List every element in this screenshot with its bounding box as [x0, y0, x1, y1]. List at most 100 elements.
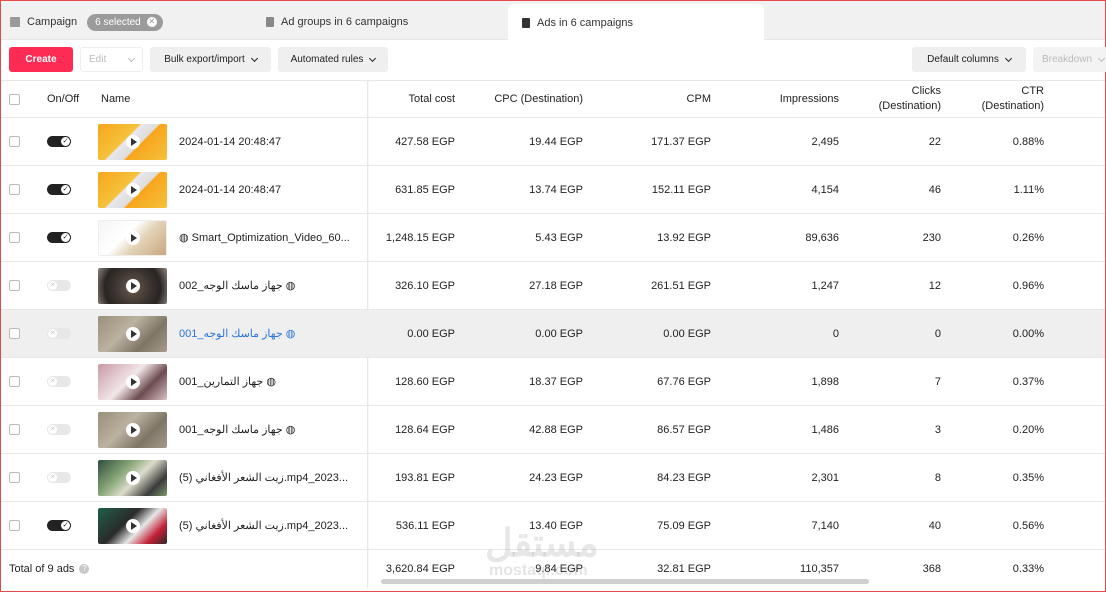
table-row[interactable]: ✕ جهاز ماسك الوجه_002 ◍ 326.10 EGP 27.18 EG…: [1, 262, 1105, 310]
row-checkbox[interactable]: [9, 184, 20, 195]
row-checkbox[interactable]: [9, 280, 20, 291]
clicks-value: 40: [928, 519, 941, 532]
row-checkbox[interactable]: [9, 136, 20, 147]
clicks-value: 46: [928, 183, 941, 196]
status-toggle[interactable]: ✓: [47, 232, 71, 243]
close-icon: ✕: [48, 377, 57, 386]
ad-name[interactable]: جهاز ماسك الوجه_001 ◍: [179, 406, 354, 453]
ad-thumbnail[interactable]: [98, 459, 167, 496]
status-toggle[interactable]: ✕: [47, 424, 71, 435]
ad-thumbnail[interactable]: [98, 267, 167, 304]
horizontal-scrollbar[interactable]: [381, 579, 869, 584]
header-impressions[interactable]: Impressions: [741, 81, 839, 117]
table-row[interactable]: ✕ جهاز ماسك الوجه_001 ◍ 0.00 EGP 0.00 EGP 0.…: [1, 310, 1105, 358]
status-toggle[interactable]: ✕: [47, 328, 71, 339]
ad-thumbnail[interactable]: [98, 411, 167, 448]
table-row[interactable]: ✕ (5) زيت الشعر الأفغاني.mp4_2023... 193.8…: [1, 454, 1105, 502]
row-select-cell: [9, 358, 21, 405]
total-cost-value: 0.00 EGP: [407, 327, 455, 340]
row-checkbox[interactable]: [9, 376, 20, 387]
ad-name[interactable]: (5) زيت الشعر الأفغاني.mp4_2023...: [179, 454, 354, 501]
thumb-cell: [98, 454, 167, 501]
header-total-cost[interactable]: Total cost: [371, 81, 455, 117]
table-row[interactable]: ✕ جهاز التمارين_001 ◍ 128.60 EGP 18.37 EGP 6…: [1, 358, 1105, 406]
toggle-cell: ✕: [47, 454, 87, 501]
check-icon: ✓: [61, 233, 70, 242]
cpm-value: 86.57 EGP: [657, 423, 711, 436]
table-row[interactable]: ✓ 2024-01-14 20:48:47 427.58 EGP 19.44 EGP 1…: [1, 118, 1105, 166]
default-columns-button[interactable]: Default columns: [912, 47, 1026, 72]
cpm-value: 84.23 EGP: [657, 471, 711, 484]
table-header: On/Off Name Total cost CPC (Destination)…: [1, 80, 1105, 118]
impressions-value: 0: [832, 327, 839, 340]
header-cpm[interactable]: CPM: [611, 81, 711, 117]
row-checkbox[interactable]: [9, 424, 20, 435]
create-button[interactable]: Create: [9, 47, 73, 72]
tab-ads[interactable]: Ads in 6 campaigns: [508, 4, 764, 41]
info-icon[interactable]: ?: [79, 564, 90, 574]
row-checkbox[interactable]: [9, 328, 20, 339]
cpc-value: 0.00 EGP: [535, 327, 583, 340]
row-checkbox[interactable]: [9, 520, 20, 531]
table-row[interactable]: ✓ ◍ Smart_Optimization_Video_60... 1,248.1…: [1, 214, 1105, 262]
ad-name[interactable]: 2024-01-14 20:48:47: [179, 118, 354, 165]
status-toggle[interactable]: ✕: [47, 376, 71, 387]
status-toggle[interactable]: ✓: [47, 520, 71, 531]
ad-thumbnail[interactable]: [98, 171, 167, 208]
cpc-value: 24.23 EGP: [529, 471, 583, 484]
ad-name[interactable]: جهاز التمارين_001 ◍: [179, 358, 354, 405]
watermark-url: mostaql.com: [489, 562, 588, 579]
play-icon: [125, 278, 140, 293]
header-ctr[interactable]: CTR (Destination): [961, 81, 1044, 117]
tab-campaign-label: Campaign: [27, 16, 78, 28]
ad-thumbnail[interactable]: [98, 363, 167, 400]
thumb-cell: [98, 502, 167, 549]
status-toggle[interactable]: ✕: [47, 280, 71, 291]
selected-count-pill[interactable]: 6 selected ✕: [87, 13, 163, 31]
impressions-value: 4,154: [811, 183, 839, 196]
tab-campaign[interactable]: Campaign 6 selected ✕: [10, 4, 163, 40]
rules-button-label: Automated rules: [290, 54, 364, 65]
row-checkbox[interactable]: [9, 472, 20, 483]
selected-count-label: 6 selected: [95, 16, 141, 28]
columns-button-label: Default columns: [927, 54, 999, 65]
tab-ad-groups[interactable]: Ad groups in 6 campaigns: [266, 4, 408, 40]
header-clicks[interactable]: Clicks (Destination): [861, 81, 941, 117]
edit-button[interactable]: Edit: [80, 47, 143, 72]
clear-selection-icon[interactable]: ✕: [146, 17, 157, 27]
status-toggle[interactable]: ✓: [47, 184, 71, 195]
breakdown-button[interactable]: Breakdown: [1033, 47, 1106, 72]
ad-name[interactable]: جهاز ماسك الوجه_002 ◍: [179, 262, 354, 309]
bulk-export-import-button[interactable]: Bulk export/import: [150, 47, 271, 72]
toggle-cell: ✓: [47, 502, 87, 549]
status-toggle[interactable]: ✓: [47, 136, 71, 147]
ad-name[interactable]: 2024-01-14 20:48:47: [179, 166, 354, 213]
ad-name[interactable]: (5) زيت الشعر الأفغاني.mp4_2023...: [179, 502, 354, 549]
toggle-cell: ✓: [47, 118, 87, 165]
thumb-cell: [98, 262, 167, 309]
cpm-value: 67.76 EGP: [657, 375, 711, 388]
ad-name[interactable]: جهاز ماسك الوجه_001 ◍: [179, 310, 354, 357]
table-row[interactable]: ✕ جهاز ماسك الوجه_001 ◍ 128.64 EGP 42.88 EG…: [1, 406, 1105, 454]
automated-rules-button[interactable]: Automated rules: [278, 47, 388, 72]
row-select-cell: [9, 406, 21, 453]
table-row[interactable]: ✓ 2024-01-14 20:48:47 631.85 EGP 13.74 EGP 1…: [1, 166, 1105, 214]
status-toggle[interactable]: ✕: [47, 472, 71, 483]
header-cpc[interactable]: CPC (Destination): [471, 81, 583, 117]
toggle-cell: ✕: [47, 406, 87, 453]
total-cost-value: 427.58 EGP: [395, 135, 455, 148]
ad-name[interactable]: ◍ Smart_Optimization_Video_60...: [179, 214, 354, 261]
play-icon: [125, 326, 140, 341]
row-checkbox[interactable]: [9, 232, 20, 243]
ctr-value: 0.26%: [1012, 231, 1044, 244]
ad-thumbnail[interactable]: [98, 219, 167, 256]
ad-thumbnail[interactable]: [98, 507, 167, 544]
header-name[interactable]: Name: [101, 81, 351, 117]
cpm-value: 75.09 EGP: [657, 519, 711, 532]
ad-thumbnail[interactable]: [98, 315, 167, 352]
header-onoff[interactable]: On/Off: [47, 81, 87, 117]
ad-thumbnail[interactable]: [98, 123, 167, 160]
chevron-down-icon: [127, 54, 136, 62]
select-all-checkbox[interactable]: [9, 93, 20, 105]
cpc-value: 19.44 EGP: [529, 135, 583, 148]
